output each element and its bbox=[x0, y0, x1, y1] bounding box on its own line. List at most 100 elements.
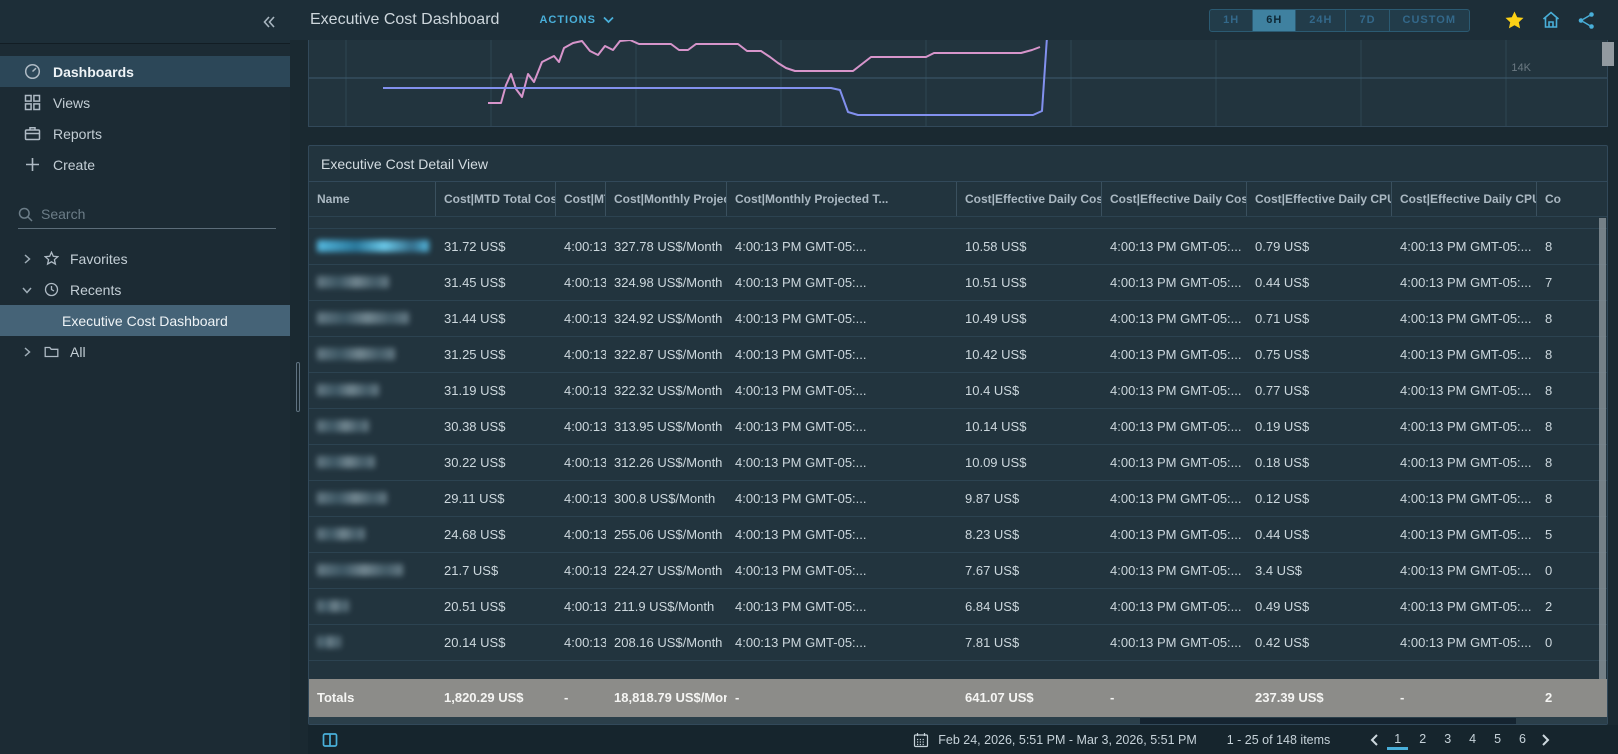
table-body: 31.72 US$ 4:00:13... 327.78 US$/Month 4:00:… bbox=[309, 217, 1607, 679]
favorite-star-icon[interactable] bbox=[1504, 10, 1525, 31]
table-cell: 324.92 US$/Month bbox=[614, 311, 723, 326]
table-cell: 0.75 US$ bbox=[1255, 347, 1310, 362]
table-row[interactable]: 20.51 US$ 4:00:13... 211.9 US$/Month 4:00:1… bbox=[309, 589, 1607, 625]
column-header[interactable]: Cost|Monthly Projected T... bbox=[606, 182, 727, 216]
sidebar-scrollbar[interactable] bbox=[296, 362, 300, 412]
page-title: Executive Cost Dashboard bbox=[310, 11, 500, 28]
sidebar-item-reports[interactable]: Reports bbox=[0, 118, 290, 149]
time-range-24h[interactable]: 24H bbox=[1295, 8, 1347, 32]
table-row[interactable]: 30.22 US$ 4:00:13... 312.26 US$/Month 4:00:… bbox=[309, 445, 1607, 481]
table-cell: 211.9 US$/Month bbox=[614, 599, 715, 614]
totals-cell: - bbox=[1110, 690, 1115, 705]
name-cell-redacted bbox=[309, 337, 436, 372]
table-cell: 10.14 US$ bbox=[965, 419, 1027, 434]
redacted-name-blur bbox=[317, 636, 341, 648]
table-cell: 4:00:13 PM GMT-05:... bbox=[1400, 419, 1532, 434]
table-row[interactable]: 31.45 US$ 4:00:13... 324.98 US$/Month 4:00:… bbox=[309, 265, 1607, 301]
name-cell-redacted bbox=[309, 229, 436, 264]
prev-page-icon[interactable] bbox=[1364, 733, 1385, 746]
table-row[interactable]: 20.14 US$ 4:00:13... 208.16 US$/Month 4:00:… bbox=[309, 625, 1607, 661]
nav-label: Dashboards bbox=[53, 63, 134, 80]
time-range-6h[interactable]: 6H bbox=[1252, 8, 1297, 32]
table-cell: 4:00:13 PM GMT-05:... bbox=[1400, 563, 1532, 578]
column-header[interactable]: Cost|MTD... bbox=[556, 182, 606, 216]
table-cell: 4:00:13 PM GMT-05:... bbox=[735, 239, 867, 254]
table-cell: 0 bbox=[1545, 563, 1553, 578]
search-input[interactable]: Search bbox=[18, 206, 276, 229]
sidebar-collapse-icon[interactable] bbox=[262, 15, 276, 29]
column-header[interactable]: Cost|Effective Daily CPU ... bbox=[1392, 182, 1537, 216]
table-row[interactable]: 31.25 US$ 4:00:13... 322.87 US$/Month 4:00:… bbox=[309, 337, 1607, 373]
time-range-7d[interactable]: 7D bbox=[1345, 8, 1390, 32]
y-axis-tick-label: 14K bbox=[1511, 62, 1531, 74]
table-row[interactable]: 24.68 US$ 4:00:13... 255.06 US$/Month 4:00:… bbox=[309, 517, 1607, 553]
sidebar-item-dashboards[interactable]: Dashboards bbox=[0, 56, 290, 87]
table-cell: 8 bbox=[1545, 383, 1553, 398]
chevron-down-icon[interactable] bbox=[22, 285, 32, 295]
redacted-name-blur bbox=[317, 528, 365, 540]
table-row[interactable]: 31.19 US$ 4:00:13... 322.32 US$/Month 4:00:… bbox=[309, 373, 1607, 409]
scrollbar-thumb[interactable] bbox=[1139, 718, 1517, 724]
tree-item-recents[interactable]: Recents bbox=[0, 274, 290, 305]
sidebar-item-create[interactable]: Create bbox=[0, 149, 290, 180]
table-cell: 4:00:13 PM GMT-05:... bbox=[1110, 419, 1242, 434]
table-cell: 31.72 US$ bbox=[444, 239, 506, 254]
page-number-6[interactable]: 6 bbox=[1512, 730, 1533, 750]
share-icon[interactable] bbox=[1577, 11, 1596, 30]
table-cell: 322.32 US$/Month bbox=[614, 383, 723, 398]
redacted-name-blur bbox=[317, 348, 395, 360]
column-header[interactable]: Cost|Effective Daily Cost ... bbox=[957, 182, 1102, 216]
page-number-4[interactable]: 4 bbox=[1462, 730, 1483, 750]
table-cell: 312.26 US$/Month bbox=[614, 455, 723, 470]
table-cell: 29.11 US$ bbox=[444, 491, 505, 506]
table-cell: 324.98 US$/Month bbox=[614, 275, 723, 290]
actions-menu-button[interactable]: ACTIONS bbox=[539, 14, 614, 26]
table-cell: 208.16 US$/Month bbox=[614, 635, 723, 650]
table-horizontal-scrollbar[interactable] bbox=[309, 717, 1607, 724]
table-row[interactable]: 31.44 US$ 4:00:13... 324.92 US$/Month 4:00:… bbox=[309, 301, 1607, 337]
table-cell: 20.51 US$ bbox=[444, 599, 506, 614]
column-header[interactable]: Co bbox=[1537, 182, 1607, 216]
table-cell: 4:00:13 PM GMT-05:... bbox=[735, 383, 867, 398]
table-vertical-scrollbar[interactable] bbox=[1599, 218, 1606, 679]
page-number-1[interactable]: 1 bbox=[1387, 730, 1409, 750]
table-row[interactable]: 21.7 US$ 4:00:13... 224.27 US$/Month 4:00:1… bbox=[309, 553, 1607, 589]
column-header[interactable]: Cost|Effective Daily CPU ... bbox=[1247, 182, 1392, 216]
home-icon[interactable] bbox=[1541, 10, 1561, 30]
column-header[interactable]: Cost|Monthly Projected T... bbox=[727, 182, 957, 216]
table-row[interactable]: 30.38 US$ 4:00:13... 313.95 US$/Month 4:00:… bbox=[309, 409, 1607, 445]
column-header[interactable]: Cost|Effective Daily Cost ... bbox=[1102, 182, 1247, 216]
time-range-custom[interactable]: CUSTOM bbox=[1388, 8, 1470, 32]
page-number-5[interactable]: 5 bbox=[1487, 730, 1508, 750]
tree-item-all[interactable]: All bbox=[0, 336, 290, 367]
topbar-right: 1H 6H 24H 7D CUSTOM bbox=[1209, 8, 1618, 32]
table-cell: 4:00:13... bbox=[564, 455, 606, 470]
plus-icon bbox=[24, 156, 41, 173]
table-row[interactable]: 29.11 US$ 4:00:13... 300.8 US$/Month 4:00:1… bbox=[309, 481, 1607, 517]
date-range-picker[interactable]: Feb 24, 2026, 5:51 PM - Mar 3, 2026, 5:5… bbox=[913, 732, 1197, 748]
cost-trend-chart[interactable]: 14K bbox=[308, 40, 1608, 127]
nav-label: Reports bbox=[53, 125, 103, 142]
name-cell-redacted bbox=[309, 589, 436, 624]
next-page-icon[interactable] bbox=[1535, 733, 1556, 746]
table-cell: 7 bbox=[1545, 275, 1553, 290]
tree-item-executive-cost-dashboard[interactable]: Executive Cost Dashboard bbox=[0, 305, 290, 336]
column-header[interactable]: Cost|MTD Total Cost (US$) bbox=[436, 182, 556, 216]
table-cell: 0.19 US$ bbox=[1255, 419, 1310, 434]
page-number-3[interactable]: 3 bbox=[1437, 730, 1458, 750]
page-scrollbar-thumb[interactable] bbox=[1602, 42, 1614, 66]
table-cell: 4:00:13... bbox=[564, 491, 606, 506]
page-number-2[interactable]: 2 bbox=[1412, 730, 1433, 750]
tree-item-favorites[interactable]: Favorites bbox=[0, 243, 290, 274]
time-range-1h[interactable]: 1H bbox=[1209, 8, 1254, 32]
column-picker-icon[interactable] bbox=[322, 732, 338, 748]
name-cell-redacted bbox=[309, 481, 436, 516]
table-cell: 10.49 US$ bbox=[965, 311, 1027, 326]
table-cell: 4:00:13 PM GMT-05:... bbox=[1400, 239, 1532, 254]
table-row[interactable]: 31.72 US$ 4:00:13... 327.78 US$/Month 4:00:… bbox=[309, 229, 1607, 265]
totals-cell: - bbox=[1400, 690, 1405, 705]
column-header[interactable]: Name bbox=[309, 182, 436, 216]
chevron-right-icon[interactable] bbox=[22, 346, 32, 357]
sidebar-item-views[interactable]: Views bbox=[0, 87, 290, 118]
chevron-right-icon[interactable] bbox=[22, 253, 32, 264]
